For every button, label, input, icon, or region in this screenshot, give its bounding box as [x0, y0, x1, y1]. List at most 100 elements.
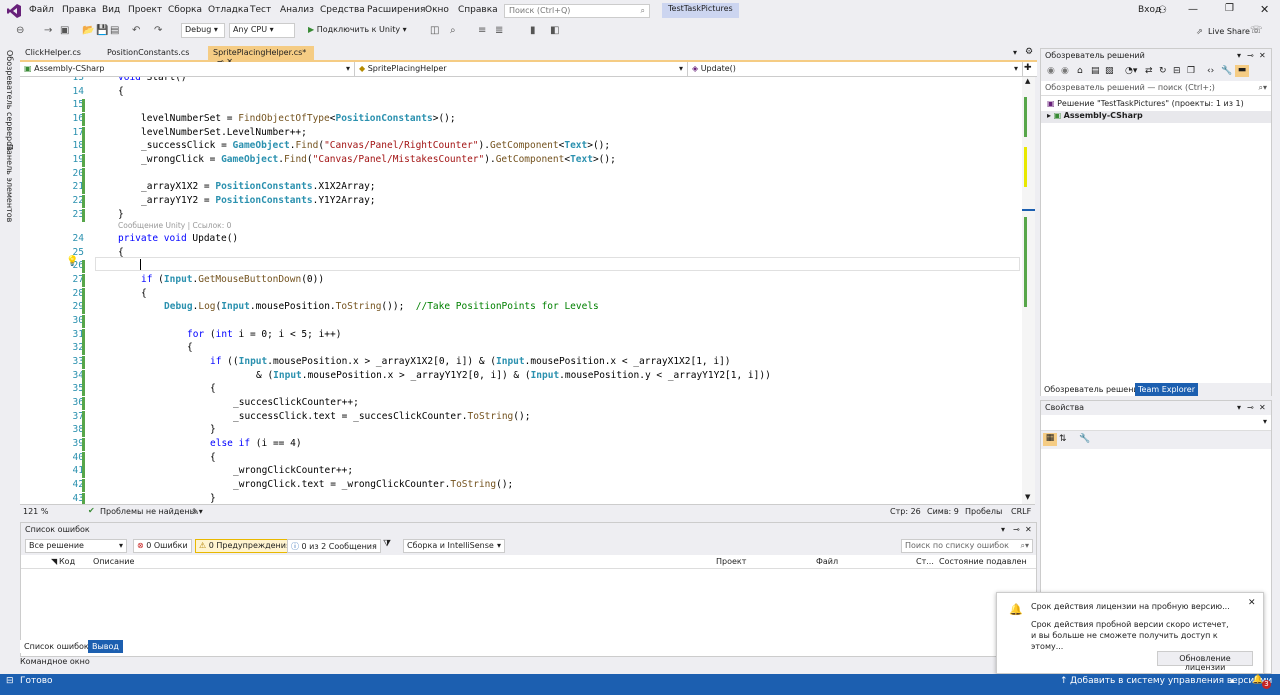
- back-icon[interactable]: ⊖: [16, 25, 24, 36]
- server-explorer-tab[interactable]: Обозреватель серверов: [5, 50, 14, 151]
- scroll-down-icon[interactable]: ▼: [1025, 493, 1030, 501]
- prev-bookmark-icon[interactable]: ◧: [550, 25, 559, 36]
- tab-team-explorer[interactable]: Team Explorer: [1135, 383, 1198, 396]
- build-source-dropdown[interactable]: Сборка и IntelliSense ▾: [403, 539, 505, 553]
- code-line[interactable]: & (Input.mousePosition.x > _arrayY1Y2[0,…: [256, 370, 771, 381]
- platform-dropdown[interactable]: Any CPU ▾: [229, 23, 295, 38]
- categorized-icon[interactable]: ▦: [1043, 433, 1057, 446]
- config-dropdown[interactable]: Debug ▾: [181, 23, 225, 38]
- column-project[interactable]: Проект: [716, 557, 746, 566]
- menu-file[interactable]: Файл: [29, 5, 54, 15]
- update-license-button[interactable]: Обновление лицензии: [1157, 651, 1253, 672]
- column-file[interactable]: Файл: [816, 557, 838, 566]
- copy-icon[interactable]: ❐: [1187, 66, 1195, 76]
- member-dropdown[interactable]: ◈ Update() ▾: [688, 62, 1023, 76]
- menu-test[interactable]: Тест: [250, 5, 271, 15]
- code-line[interactable]: _succesClickCounter++;: [233, 397, 359, 408]
- code-line[interactable]: _successClick.text = _succesClickCounter…: [233, 411, 530, 422]
- code-line[interactable]: _arrayY1Y2 = PositionConstants.Y1Y2Array…: [141, 195, 376, 206]
- preview-icon[interactable]: ▬: [1235, 65, 1249, 77]
- sol-forward-icon[interactable]: ◉: [1061, 66, 1069, 76]
- menu-window[interactable]: Окно: [425, 5, 449, 15]
- properties-icon[interactable]: 🔧: [1221, 66, 1232, 76]
- tab-output[interactable]: Вывод: [88, 640, 123, 653]
- codelens-info[interactable]: Сообщение Unity | Ссылок: 0: [118, 221, 231, 230]
- menu-tools[interactable]: Средства: [320, 5, 365, 15]
- code-line[interactable]: _successClick = GameObject.Find("Canvas/…: [141, 140, 610, 151]
- menu-edit[interactable]: Правка: [62, 5, 96, 15]
- errors-filter-button[interactable]: ⊗ 0 Ошибки: [133, 539, 192, 553]
- sol-back-icon[interactable]: ◉: [1047, 66, 1055, 76]
- project-dropdown[interactable]: ▣ Assembly-CSharp ▾: [20, 62, 355, 76]
- switch-views-icon[interactable]: ▤: [1091, 66, 1100, 76]
- liveshare-label[interactable]: Live Share: [1208, 27, 1250, 36]
- vcs-dropdown-icon[interactable]: ▴: [1230, 676, 1235, 686]
- panel-close-icon[interactable]: ✕: [1025, 525, 1032, 534]
- toolbox-tab[interactable]: Панель элементов: [5, 144, 14, 222]
- solution-node[interactable]: ▣ Решение "TestTaskPictures" (проекты: 1…: [1047, 99, 1244, 108]
- menu-analyze[interactable]: Анализ: [280, 5, 314, 15]
- add-to-vcs-button[interactable]: Добавить в систему управления версиями: [1070, 676, 1272, 686]
- line-ending[interactable]: CRLF: [1011, 507, 1031, 516]
- maximize-icon[interactable]: ❐: [1225, 3, 1234, 14]
- editor-scrollbar[interactable]: ▲ ▼: [1022, 77, 1035, 504]
- user-icon[interactable]: ⚇: [1158, 5, 1167, 16]
- props-dropdown-icon[interactable]: ▾: [1237, 403, 1241, 412]
- sol-settings-icon[interactable]: ▧: [1105, 66, 1114, 76]
- whitespace-mode[interactable]: Пробелы: [965, 507, 1002, 516]
- undo-icon[interactable]: ↶: [132, 25, 140, 36]
- sort-icon[interactable]: ◥: [51, 557, 57, 566]
- menu-build[interactable]: Сборка: [168, 5, 202, 15]
- warnings-filter-button[interactable]: ⚠ 0 Предупреждения: [195, 539, 295, 553]
- new-project-icon[interactable]: ▣: [60, 25, 69, 36]
- tab-solution-explorer[interactable]: Обозреватель решений: [1041, 383, 1147, 396]
- code-line[interactable]: levelNumberSet = FindObjectOfType<Positi…: [141, 113, 456, 124]
- minimize-icon[interactable]: —: [1188, 4, 1198, 15]
- column-description[interactable]: Описание: [93, 557, 134, 566]
- sol-close-icon[interactable]: ✕: [1259, 51, 1266, 60]
- code-line[interactable]: _wrongClickCounter++;: [233, 465, 353, 476]
- props-pin-icon[interactable]: ⊸: [1247, 403, 1254, 412]
- find-icon[interactable]: ⌕: [450, 25, 456, 36]
- open-icon[interactable]: 📂: [82, 25, 94, 36]
- menu-project[interactable]: Проект: [128, 5, 162, 15]
- save-all-icon[interactable]: ▤: [110, 25, 119, 36]
- class-dropdown[interactable]: ◆ SpritePlacingHelper ▾: [355, 62, 688, 76]
- sync-icon[interactable]: ⇄: [1145, 66, 1153, 76]
- save-icon[interactable]: 💾: [96, 25, 108, 36]
- property-pages-icon[interactable]: 🔧: [1079, 434, 1090, 444]
- sol-pin-icon[interactable]: ⊸: [1247, 51, 1254, 60]
- close-window-icon[interactable]: ✕: [1260, 3, 1269, 16]
- lightbulb-icon[interactable]: 💡: [66, 256, 78, 267]
- code-line[interactable]: void Start(): [118, 77, 187, 83]
- code-line[interactable]: _wrongClick = GameObject.Find("Canvas/Pa…: [141, 154, 616, 165]
- tab-spriteplacinghelper[interactable]: SpritePlacingHelper.cs* ⊸ ✕: [208, 46, 314, 66]
- code-line[interactable]: private void Update(): [118, 233, 238, 244]
- attach-unity-button[interactable]: ▶ Подключить к Unity ▾: [308, 25, 407, 34]
- filter-icon[interactable]: ⧩: [383, 539, 391, 549]
- menu-help[interactable]: Справка: [458, 5, 498, 15]
- feedback-icon[interactable]: ☏: [1250, 25, 1263, 36]
- code-line[interactable]: _arrayX1X2 = PositionConstants.X1X2Array…: [141, 181, 376, 192]
- code-line[interactable]: {: [141, 288, 147, 299]
- collapse-all-icon[interactable]: ⊟: [1173, 66, 1181, 76]
- code-line[interactable]: _wrongClick.text = _wrongClickCounter.To…: [233, 479, 513, 490]
- command-window-tab[interactable]: Командное окно: [20, 657, 120, 670]
- column-suppression[interactable]: Состояние подавлен: [939, 557, 1027, 566]
- menu-view[interactable]: Вид: [102, 5, 120, 15]
- code-line[interactable]: for (int i = 0; i < 5; i++): [187, 329, 341, 340]
- expand-arrow-icon[interactable]: ▸: [1047, 111, 1051, 120]
- zoom-dropdown[interactable]: 121 %: [23, 507, 48, 516]
- brush-icon[interactable]: ✎▾: [192, 507, 203, 516]
- props-close-icon[interactable]: ✕: [1259, 403, 1266, 412]
- code-view-icon[interactable]: ‹›: [1207, 66, 1214, 76]
- code-line[interactable]: {: [187, 342, 193, 353]
- sol-dropdown-icon[interactable]: ▾: [1237, 51, 1241, 60]
- search-input[interactable]: Поиск (Ctrl+Q) ⌕: [504, 4, 650, 18]
- split-icon[interactable]: ✚: [1024, 63, 1032, 73]
- code-line[interactable]: }: [210, 424, 216, 435]
- outdent-icon[interactable]: ≣: [495, 25, 503, 36]
- tab-dropdown-icon[interactable]: ▾: [1013, 48, 1017, 57]
- panel-pin-icon[interactable]: ⊸: [1013, 525, 1020, 534]
- camera-icon[interactable]: ◫: [430, 25, 439, 36]
